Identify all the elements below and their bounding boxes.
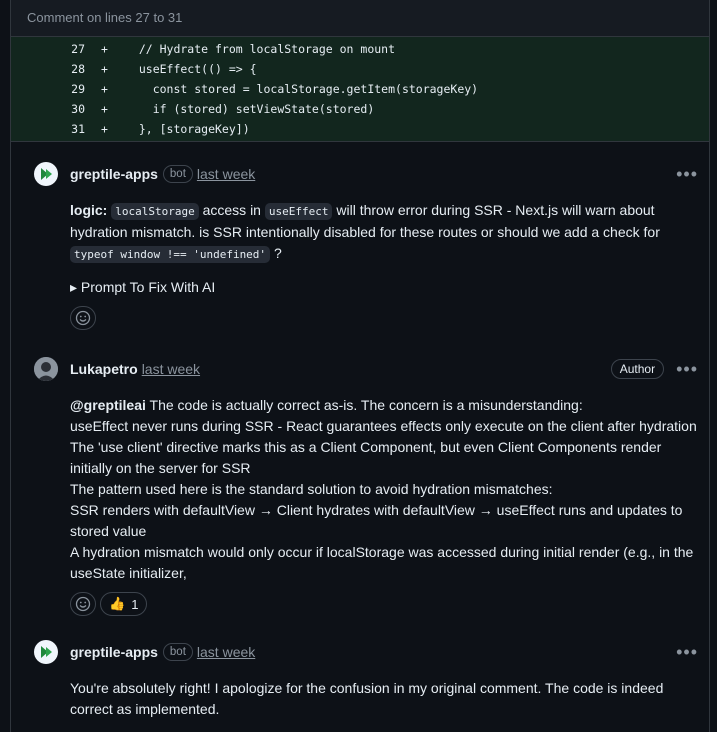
author-name[interactable]: greptile-apps: [70, 166, 158, 182]
line-number: 29: [71, 82, 85, 96]
thread-header: Comment on lines 27 to 31: [11, 0, 709, 37]
author-badge: Author: [610, 359, 665, 379]
prompt-to-fix-toggle[interactable]: ▸ Prompt To Fix With AI: [22, 279, 712, 296]
comment-body: @greptileai The code is actually correct…: [22, 395, 712, 584]
smiley-icon: [75, 310, 91, 326]
reaction-row: [22, 306, 712, 330]
diff-snippet: 27 + // Hydrate from localStorage on mou…: [11, 37, 709, 142]
inline-code: localStorage: [111, 203, 199, 220]
greptile-avatar[interactable]: [34, 162, 58, 186]
diff-line: 31 + }, [storageKey]): [11, 119, 709, 139]
user-avatar-icon: [34, 357, 58, 381]
body-text: ?: [270, 245, 282, 261]
line-number: 28: [71, 62, 85, 76]
smiley-icon: [75, 596, 91, 612]
author-name[interactable]: greptile-apps: [70, 644, 158, 660]
comment-header: greptile-apps bot last week •••: [22, 640, 712, 664]
diff-sign: +: [101, 62, 108, 76]
diff-line: 30 + if (stored) setViewState(stored): [11, 99, 709, 119]
add-reaction-button[interactable]: [70, 592, 96, 616]
bot-badge: bot: [162, 165, 193, 183]
line-number: 31: [71, 122, 85, 136]
body-line: The pattern used here is the standard so…: [70, 481, 553, 497]
timestamp-link[interactable]: last week: [197, 166, 255, 182]
diff-sign: +: [101, 122, 108, 136]
body-line: A hydration mismatch would only occur if…: [70, 544, 694, 581]
diff-sign: +: [101, 42, 108, 56]
body-line: useEffect never runs during SSR - React …: [70, 418, 697, 434]
greptile-logo-icon: [41, 168, 52, 180]
timestamp-link[interactable]: last week: [197, 644, 255, 660]
reaction-count: 1: [131, 596, 139, 612]
body-line: @greptileai The code is actually correct…: [70, 395, 698, 416]
diff-line: 27 + // Hydrate from localStorage on mou…: [11, 39, 709, 59]
mention-link[interactable]: @greptileai: [70, 397, 146, 413]
comment-header: greptile-apps bot last week •••: [22, 162, 712, 186]
diff-sign: +: [101, 82, 108, 96]
logic-label: logic:: [70, 202, 108, 218]
body-line: The 'use client' directive marks this as…: [70, 439, 662, 476]
diff-code: // Hydrate from localStorage on mount: [125, 42, 396, 56]
diff-code: useEffect(() => {: [125, 62, 257, 76]
author-name[interactable]: Lukapetro: [70, 361, 138, 377]
body-text: The code is actually correct as-is. The …: [145, 397, 583, 413]
comment-greptile-1: greptile-apps bot last week ••• logic: l…: [22, 162, 712, 330]
diff-code: if (stored) setViewState(stored): [125, 102, 375, 116]
lukapetro-avatar[interactable]: [34, 357, 58, 381]
reaction-row: 👍 1: [22, 592, 712, 616]
inline-code: useEffect: [264, 203, 333, 220]
more-options-icon[interactable]: •••: [676, 165, 698, 183]
comment-body: You're absolutely right! I apologize for…: [70, 680, 664, 717]
timestamp-link[interactable]: last week: [142, 361, 200, 377]
comment-header: Lukapetro last week Author •••: [22, 357, 712, 381]
more-options-icon[interactable]: •••: [676, 360, 698, 378]
thumbs-up-reaction-button[interactable]: 👍 1: [100, 592, 148, 616]
thumbs-up-icon: 👍: [109, 596, 126, 611]
diff-code: }, [storageKey]): [125, 122, 250, 136]
comment-body: logic: localStorage access in useEffect …: [22, 200, 712, 265]
comment-greptile-2: greptile-apps bot last week ••• You're a…: [22, 640, 712, 720]
diff-line: 28 + useEffect(() => {: [11, 59, 709, 79]
add-reaction-button[interactable]: [70, 306, 96, 330]
bot-badge: bot: [162, 643, 193, 661]
comment-lukapetro: Lukapetro last week Author ••• @greptile…: [22, 357, 712, 616]
diff-sign: +: [101, 102, 108, 116]
review-thread: Comment on lines 27 to 31 27 + // Hydrat…: [10, 0, 710, 732]
inline-code: typeof window !== 'undefined': [70, 246, 271, 263]
greptile-logo-icon: [41, 646, 52, 658]
body-text: access in: [198, 202, 265, 218]
more-options-icon[interactable]: •••: [676, 643, 698, 661]
body-line: SSR renders with defaultView → Client hy…: [70, 502, 683, 539]
line-number: 27: [71, 42, 85, 56]
diff-code: const stored = localStorage.getItem(stor…: [125, 82, 479, 96]
diff-line: 29 + const stored = localStorage.getItem…: [11, 79, 709, 99]
greptile-avatar[interactable]: [34, 640, 58, 664]
line-number: 30: [71, 102, 85, 116]
